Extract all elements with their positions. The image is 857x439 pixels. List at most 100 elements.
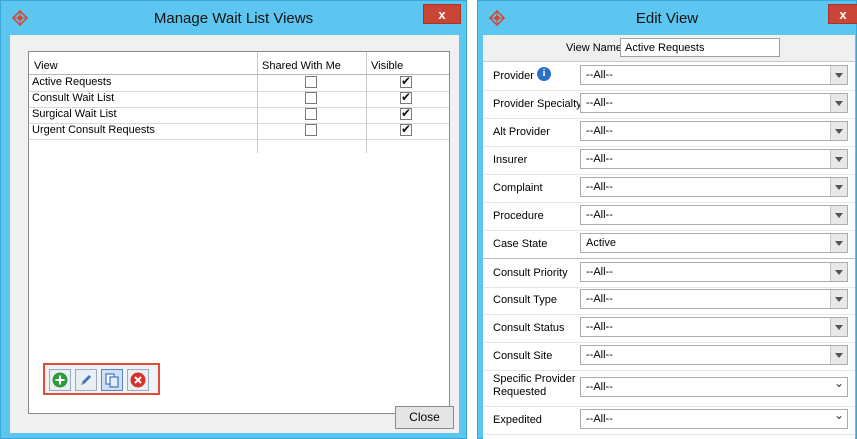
copy-view-button[interactable]: [101, 369, 123, 391]
chevron-down-icon[interactable]: [830, 318, 847, 336]
dropdown-value: --All--: [586, 293, 613, 305]
chevron-down-icon[interactable]: [830, 66, 847, 84]
view-name-input[interactable]: [620, 38, 780, 57]
view-name-label: View Name: [566, 42, 623, 54]
view-name-cell: Urgent Consult Requests: [32, 124, 155, 136]
window-client-area: View Name Provideri--All--Provider Speci…: [483, 35, 855, 439]
filter-dropdown[interactable]: --All--: [580, 376, 848, 397]
table-row[interactable]: Urgent Consult Requests: [29, 122, 449, 140]
chevron-down-icon[interactable]: [830, 263, 847, 281]
shared-with-me-checkbox[interactable]: [305, 124, 317, 136]
filter-row: Consult Priority --All--: [483, 258, 855, 288]
filter-row: Expedited --All--: [483, 406, 855, 435]
filter-dropdown[interactable]: --All--: [580, 262, 848, 282]
title-bar[interactable]: Manage Wait List Views x: [1, 1, 466, 35]
chevron-down-icon[interactable]: [830, 122, 847, 140]
chevron-down-icon[interactable]: [831, 408, 847, 428]
view-name-cell: Consult Wait List: [32, 92, 115, 104]
table-row[interactable]: Active Requests: [29, 74, 449, 92]
filter-dropdown[interactable]: --All--: [580, 289, 848, 309]
filter-label: Specific Provider Requested: [493, 373, 576, 398]
filter-row: Consult Status --All--: [483, 314, 855, 343]
filter-row: Consult Site --All--: [483, 342, 855, 371]
filter-dropdown[interactable]: --All--: [580, 121, 848, 141]
dropdown-value: --All--: [586, 97, 613, 109]
filter-label: Provider: [493, 70, 534, 82]
filter-dropdown[interactable]: Active: [580, 233, 848, 253]
dropdown-value: --All--: [586, 349, 613, 361]
window-title: Edit View: [635, 10, 699, 27]
filter-label: Complaint: [493, 182, 543, 194]
chevron-down-icon[interactable]: [830, 290, 847, 308]
chevron-down-icon[interactable]: [830, 206, 847, 224]
column-header-shared[interactable]: Shared With Me: [262, 60, 341, 72]
column-header-view[interactable]: View: [34, 60, 58, 72]
filter-dropdown[interactable]: --All--: [580, 93, 848, 113]
column-header-visible[interactable]: Visible: [371, 60, 403, 72]
window-client-area: View Shared With Me Visible Active Reque…: [10, 35, 459, 433]
add-view-button[interactable]: [49, 369, 71, 391]
filter-row: Specific Provider Requested --All--: [483, 370, 855, 407]
filter-form: Provider i --All-- Provider Specialty --All-…: [483, 61, 855, 439]
delete-view-button[interactable]: [127, 369, 149, 391]
dropdown-value: --All--: [586, 381, 613, 393]
filter-label: Expedited: [493, 414, 542, 426]
chevron-down-icon[interactable]: [830, 346, 847, 364]
add-icon: [52, 372, 68, 388]
chevron-down-icon[interactable]: [830, 94, 847, 112]
shared-with-me-checkbox[interactable]: [305, 108, 317, 120]
dropdown-value: --All--: [586, 181, 613, 193]
filter-dropdown[interactable]: --All--: [580, 177, 848, 197]
filter-label: Provider Specialty: [493, 98, 582, 110]
window-title: Manage Wait List Views: [153, 10, 314, 27]
chevron-down-icon[interactable]: [830, 234, 847, 252]
dropdown-value: --All--: [586, 321, 613, 333]
dropdown-value: --All--: [586, 69, 613, 81]
filter-label: Alt Provider: [493, 126, 550, 138]
view-name-cell: Surgical Wait List: [32, 108, 117, 120]
views-toolbar: [43, 363, 160, 395]
views-grid: View Shared With Me Visible Active Reque…: [28, 51, 450, 414]
visible-checkbox[interactable]: [400, 122, 412, 136]
edit-pencil-icon: [81, 375, 91, 385]
filter-dropdown[interactable]: --All--: [580, 149, 848, 169]
dropdown-value: --All--: [586, 413, 613, 425]
filter-label: Consult Site: [493, 350, 553, 362]
table-row[interactable]: Surgical Wait List: [29, 106, 449, 124]
filter-row: Complaint --All--: [483, 174, 855, 203]
chevron-down-icon[interactable]: [830, 178, 847, 196]
visible-checkbox[interactable]: [400, 74, 412, 88]
dropdown-value: --All--: [586, 153, 613, 165]
visible-checkbox[interactable]: [400, 106, 412, 120]
filter-row: Procedure --All--: [483, 202, 855, 231]
edit-view-button[interactable]: [75, 369, 97, 391]
window-close-button[interactable]: x: [828, 4, 857, 24]
filter-label: Consult Priority: [493, 267, 568, 279]
filter-label: Consult Status: [493, 322, 565, 334]
title-bar[interactable]: Edit View x: [478, 1, 857, 35]
chevron-down-icon[interactable]: [831, 376, 847, 396]
manage-wait-list-views-window: Manage Wait List Views x View Shared Wit…: [0, 0, 467, 439]
info-icon[interactable]: i: [537, 67, 551, 81]
chevron-down-icon[interactable]: [830, 150, 847, 168]
dropdown-value: --All--: [586, 209, 613, 221]
dropdown-value: Active: [586, 237, 616, 249]
filter-dropdown[interactable]: --All--: [580, 408, 848, 429]
filter-label: Insurer: [493, 154, 528, 166]
dropdown-value: --All--: [586, 125, 613, 137]
grid-header: View Shared With Me Visible: [29, 52, 449, 75]
filter-dropdown[interactable]: --All--: [580, 205, 848, 225]
filter-dropdown[interactable]: --All--: [580, 345, 848, 365]
filter-label: Procedure: [493, 210, 544, 222]
filter-row: Provider Specialty --All--: [483, 90, 855, 119]
shared-with-me-checkbox[interactable]: [305, 76, 317, 88]
filter-dropdown[interactable]: --All--: [580, 317, 848, 337]
table-row[interactable]: Consult Wait List: [29, 90, 449, 108]
filter-row: Case State Active: [483, 230, 855, 259]
shared-with-me-checkbox[interactable]: [305, 92, 317, 104]
filter-dropdown[interactable]: --All--: [580, 65, 848, 85]
visible-checkbox[interactable]: [400, 90, 412, 104]
close-button[interactable]: Close: [395, 406, 454, 429]
window-close-button[interactable]: x: [423, 4, 461, 24]
filter-row: Insurer --All--: [483, 146, 855, 175]
